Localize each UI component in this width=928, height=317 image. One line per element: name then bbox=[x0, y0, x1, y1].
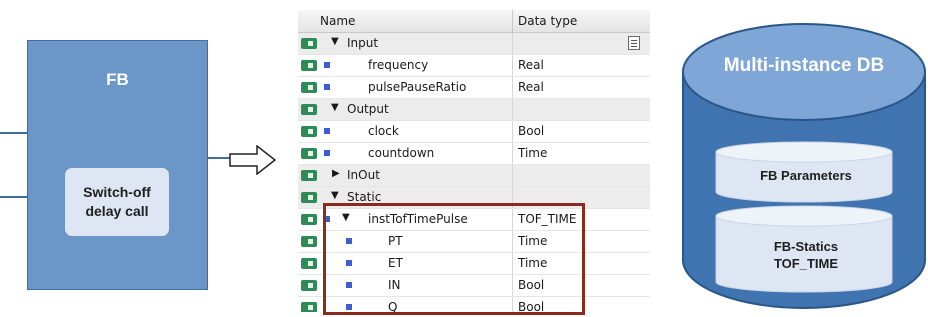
row-name: Output bbox=[347, 102, 389, 116]
db-title: Multi-instance DB bbox=[723, 55, 885, 76]
row-name: pulsePauseRatio bbox=[368, 80, 467, 94]
instance-highlight-box bbox=[323, 203, 585, 315]
table-row-pulse-pause-ratio[interactable]: pulsePauseRatio Real bbox=[298, 77, 650, 99]
fb-input-pin-1 bbox=[0, 132, 27, 134]
table-header: Name Data type bbox=[298, 10, 650, 33]
row-name: InOut bbox=[347, 168, 380, 182]
tag-icon bbox=[301, 60, 317, 71]
fb-title: FB bbox=[106, 70, 129, 89]
fb-statics-line-1: FB-Statics bbox=[773, 239, 839, 254]
tag-icon bbox=[301, 82, 317, 93]
switch-off-delay-call-box: Switch-off delay call bbox=[65, 168, 169, 236]
table-row-countdown[interactable]: countdown Time bbox=[298, 143, 650, 165]
tag-icon bbox=[301, 280, 317, 291]
fb-statics-line-2: TOF_TIME bbox=[773, 256, 839, 271]
tag-icon bbox=[301, 38, 317, 49]
tag-icon bbox=[301, 236, 317, 247]
row-name: Input bbox=[347, 36, 379, 50]
row-type: Bool bbox=[518, 124, 545, 138]
row-type: Time bbox=[518, 146, 548, 160]
row-name: countdown bbox=[368, 146, 435, 160]
row-name: Static bbox=[347, 190, 382, 204]
right-arrow-icon bbox=[229, 145, 277, 175]
table-row-frequency[interactable]: frequency Real bbox=[298, 55, 650, 77]
tag-icon bbox=[301, 148, 317, 159]
column-header-name[interactable]: Name bbox=[320, 14, 355, 28]
call-label-line-1: Switch-off bbox=[83, 184, 151, 200]
collapse-arrow-icon[interactable]: ▼ bbox=[331, 102, 339, 113]
fb-output-pin bbox=[208, 157, 230, 159]
tag-icon bbox=[301, 170, 317, 181]
tag-icon bbox=[301, 258, 317, 269]
row-name: frequency bbox=[368, 58, 429, 72]
table-row-clock[interactable]: clock Bool bbox=[298, 121, 650, 143]
table-row-inout[interactable]: ▶ InOut bbox=[298, 165, 650, 187]
table-row-output[interactable]: ▼ Output bbox=[298, 99, 650, 121]
collapse-arrow-icon[interactable]: ▼ bbox=[331, 190, 339, 201]
tag-icon bbox=[301, 126, 317, 137]
tag-icon bbox=[301, 214, 317, 225]
bullet-icon bbox=[324, 84, 330, 90]
call-label-line-2: delay call bbox=[85, 203, 149, 219]
fb-statics-label: FB-Statics TOF_TIME bbox=[716, 238, 896, 272]
column-header-data-type[interactable]: Data type bbox=[518, 14, 577, 28]
table-row-input[interactable]: ▼ Input bbox=[298, 33, 650, 55]
collapse-arrow-icon[interactable]: ▼ bbox=[331, 36, 339, 47]
bullet-icon bbox=[324, 128, 330, 134]
row-name: clock bbox=[368, 124, 399, 138]
row-type: Real bbox=[518, 80, 544, 94]
expand-arrow-icon[interactable]: ▶ bbox=[332, 168, 340, 179]
fb-input-pin-2 bbox=[0, 196, 27, 198]
edit-list-icon[interactable] bbox=[628, 36, 640, 50]
tag-icon bbox=[301, 104, 317, 115]
bullet-icon bbox=[324, 150, 330, 156]
bullet-icon bbox=[324, 40, 330, 46]
fb-parameters-label: FB Parameters bbox=[760, 168, 852, 183]
tag-icon bbox=[301, 302, 317, 312]
bullet-icon bbox=[324, 62, 330, 68]
tag-icon bbox=[301, 192, 317, 203]
row-type: Real bbox=[518, 58, 544, 72]
